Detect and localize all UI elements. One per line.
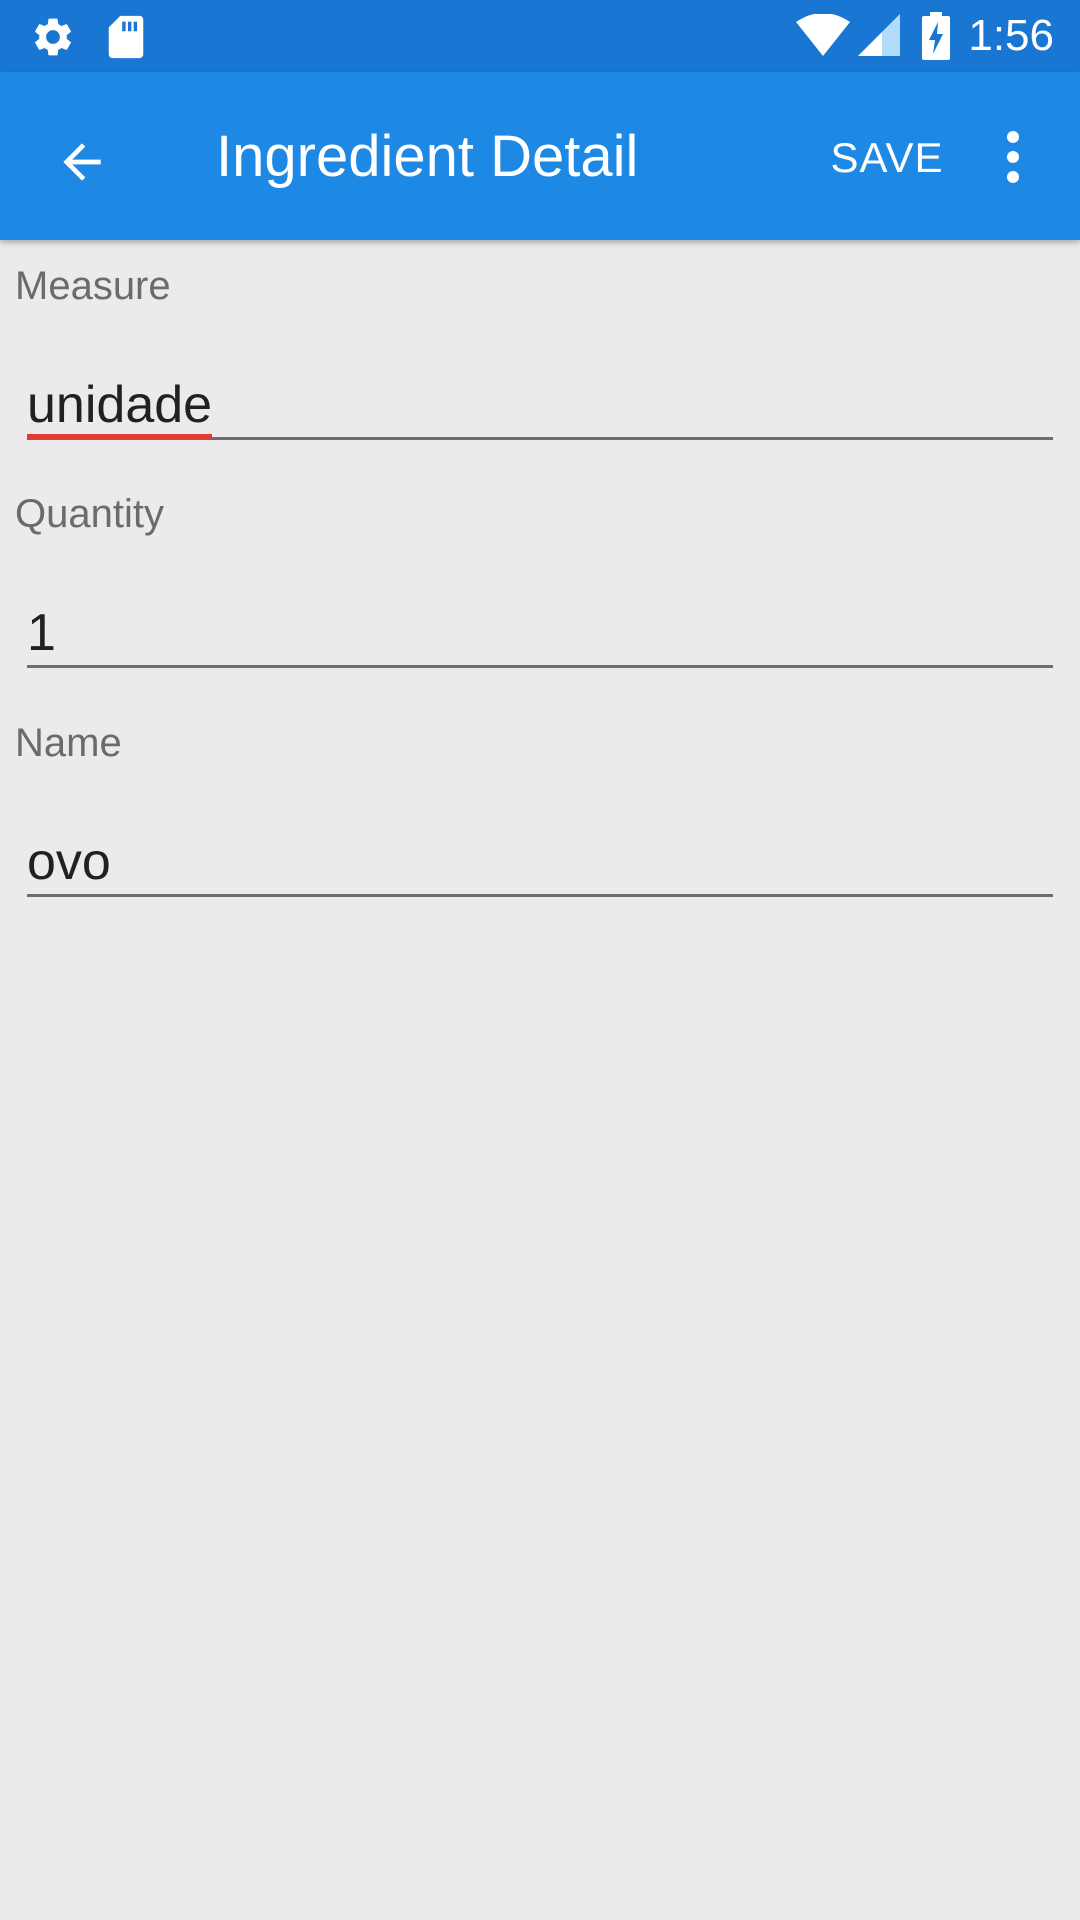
overflow-menu-icon <box>1007 131 1019 183</box>
measure-field[interactable]: unidade <box>27 370 1053 440</box>
back-arrow-icon <box>63 143 101 181</box>
quantity-value: 1 <box>27 604 56 662</box>
back-button[interactable] <box>32 102 132 202</box>
measure-label: Measure <box>15 264 171 308</box>
quantity-label: Quantity <box>15 492 164 536</box>
wifi-icon <box>796 14 850 56</box>
name-label: Name <box>15 721 122 765</box>
status-time: 1:56 <box>968 11 1054 60</box>
overflow-menu-button[interactable] <box>986 122 1040 192</box>
page-title: Ingredient Detail <box>216 124 639 189</box>
name-field[interactable]: ovo <box>27 827 1053 897</box>
name-value: ovo <box>27 833 111 891</box>
gear-icon <box>35 18 71 56</box>
save-button[interactable]: SAVE <box>820 126 954 190</box>
quantity-field[interactable]: 1 <box>27 598 1053 668</box>
status-bar: 1:56 <box>0 0 1080 72</box>
app-bar: Ingredient Detail SAVE <box>0 72 1080 240</box>
cell-signal-icon <box>858 14 900 56</box>
measure-value: unidade <box>27 376 213 439</box>
battery-charging-icon <box>922 12 950 60</box>
sd-card-icon <box>108 15 144 59</box>
